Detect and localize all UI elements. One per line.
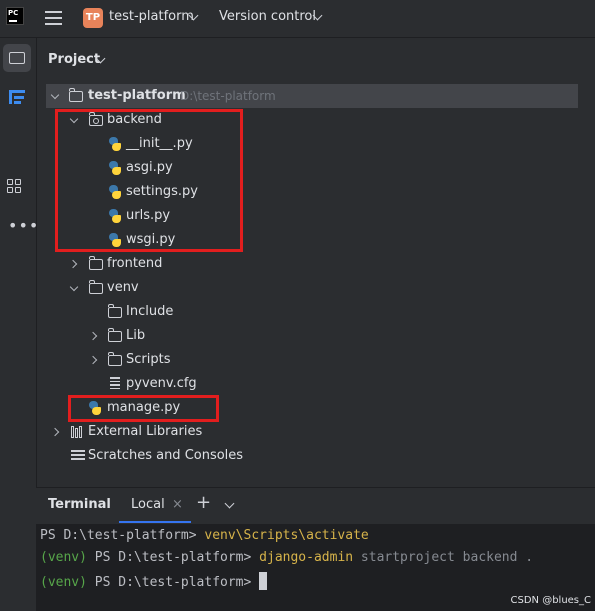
folder-icon <box>89 256 103 270</box>
close-icon[interactable]: × <box>172 497 183 512</box>
terminal-cursor <box>259 572 268 590</box>
project-name[interactable]: test-platform <box>109 9 194 24</box>
chevron-right-icon[interactable] <box>50 427 60 437</box>
chevron-down-icon[interactable] <box>50 90 60 100</box>
scratches-icon <box>71 450 85 463</box>
folder-icon <box>89 280 103 294</box>
active-tab-indicator <box>119 521 191 523</box>
terminal-line: (venv) PS D:\test-platform> django-admin… <box>40 550 534 565</box>
project-panel-title[interactable]: Project <box>48 52 100 67</box>
folder-icon[interactable] <box>3 44 31 72</box>
pycharm-logo-icon: PC <box>6 7 24 25</box>
chevron-right-icon[interactable] <box>68 259 78 269</box>
folder-icon <box>108 352 122 366</box>
structure-icon[interactable] <box>7 89 27 105</box>
terminal-output[interactable]: PS D:\test-platform> venv\Scripts\activa… <box>36 524 595 611</box>
chevron-down-icon[interactable] <box>69 282 79 292</box>
highlight-box-backend <box>55 109 243 252</box>
tree-item-label: Scratches and Consoles <box>88 448 244 463</box>
hamburger-icon[interactable] <box>45 11 62 25</box>
tree-item-label: venv <box>107 280 139 295</box>
tree-item-label: pyvenv.cfg <box>126 376 197 391</box>
tree-root-path: D:\test-platform <box>180 89 276 103</box>
terminal-line: PS D:\test-platform> venv\Scripts\activa… <box>40 528 369 543</box>
tree-item-label: frontend <box>107 256 163 271</box>
tree-item-label: Include <box>126 304 174 319</box>
title-bar: PC TP test-platform Version control <box>0 0 595 38</box>
chevron-right-icon[interactable] <box>88 355 98 365</box>
tree-item-label: Lib <box>126 328 146 343</box>
watermark: CSDN @blues_C <box>510 595 592 606</box>
plugins-icon[interactable] <box>7 179 23 195</box>
more-icon[interactable]: ••• <box>8 216 39 235</box>
tool-window-strip: ••• <box>0 38 39 611</box>
config-file-icon <box>110 377 120 390</box>
terminal-tab-local[interactable]: Local <box>131 497 165 512</box>
tree-root-label: test-platform <box>88 88 186 103</box>
library-icon <box>71 426 85 438</box>
chevron-right-icon[interactable] <box>88 331 98 341</box>
folder-icon <box>108 304 122 318</box>
tree-item-label: Scripts <box>126 352 171 367</box>
tree-root-test-platform[interactable]: test-platform D:\test-platform <box>48 84 578 108</box>
project-badge[interactable]: TP <box>83 8 103 28</box>
terminal-line: (venv) PS D:\test-platform> <box>40 572 268 590</box>
highlight-box-manage <box>68 395 219 422</box>
terminal-title[interactable]: Terminal <box>48 497 111 512</box>
terminal-header <box>36 488 595 524</box>
version-control-menu[interactable]: Version control <box>219 9 316 24</box>
folder-icon <box>69 88 83 102</box>
tree-item-label: External Libraries <box>88 424 203 439</box>
plus-icon[interactable]: + <box>196 492 211 513</box>
folder-icon <box>108 328 122 342</box>
